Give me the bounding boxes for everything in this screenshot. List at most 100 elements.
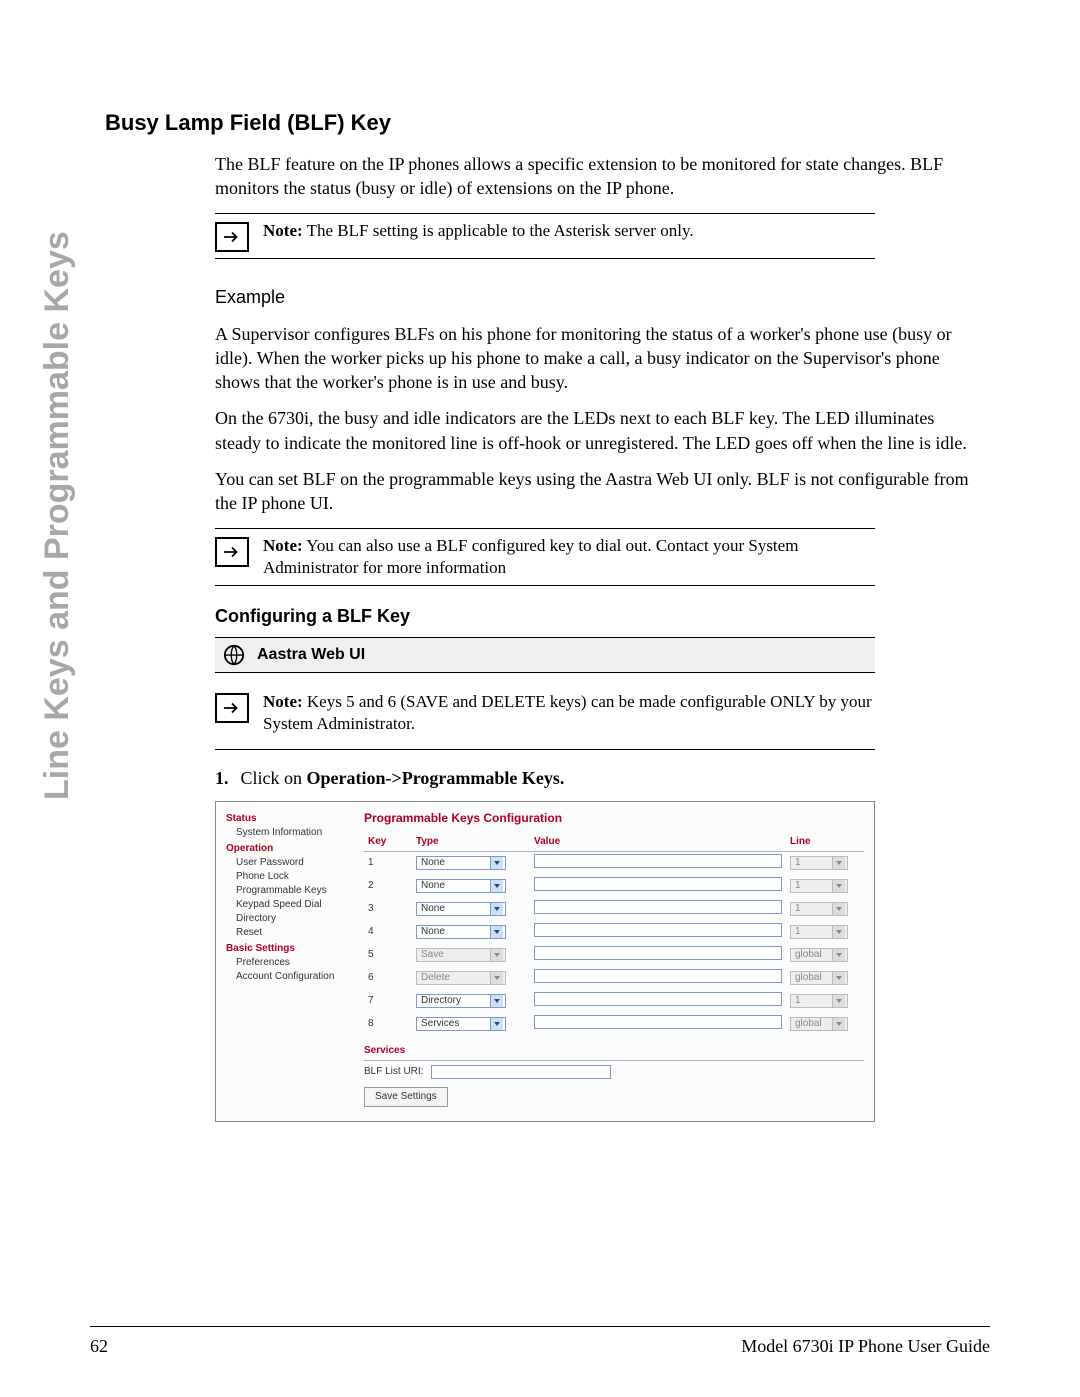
cell-key: 6 [364,967,412,990]
nav-item[interactable]: Account Configuration [236,970,356,984]
blf-list-label: BLF List URI: [364,1065,423,1079]
nav-item[interactable]: Preferences [236,956,356,970]
chevron-down-icon [490,880,503,892]
chevron-down-icon [490,1018,503,1030]
nav-item[interactable]: Directory [236,912,356,926]
cell-value [530,921,786,944]
note-text: You can also use a BLF configured key to… [263,536,798,577]
webui-title: Programmable Keys Configuration [364,810,864,827]
cell-value [530,967,786,990]
cell-type: Services [412,1013,530,1036]
chevron-down-icon [490,903,503,915]
cell-line: 1 [786,990,864,1013]
nav-item[interactable]: Phone Lock [236,870,356,884]
cell-value [530,898,786,921]
type-select: Save [416,948,506,962]
note-text: The BLF setting is applicable to the Ast… [303,221,694,240]
page-title: Busy Lamp Field (BLF) Key [105,110,975,136]
section-heading: Configuring a BLF Key [215,606,975,627]
nav-item[interactable]: User Password [236,856,356,870]
col-value: Value [530,833,786,852]
chevron-down-icon [832,857,845,869]
value-input[interactable] [534,992,782,1006]
nav-item[interactable]: Reset [236,926,356,940]
chevron-down-icon [832,972,845,984]
line-select: global [790,1017,848,1031]
guide-title: Model 6730i IP Phone User Guide [741,1336,990,1357]
table-row: 7 Directory 1 [364,990,864,1013]
cell-type: Save [412,944,530,967]
cell-type: Delete [412,967,530,990]
type-select[interactable]: Services [416,1017,506,1031]
type-select[interactable]: None [416,925,506,939]
cell-key: 8 [364,1013,412,1036]
value-input[interactable] [534,969,782,983]
line-select: 1 [790,856,848,870]
paragraph: A Supervisor configures BLFs on his phon… [215,322,975,395]
cell-type: None [412,898,530,921]
note-3: Note: Keys 5 and 6 (SAVE and DELETE keys… [215,691,875,735]
line-select: global [790,948,848,962]
col-key: Key [364,833,412,852]
note-label: Note: [263,536,303,555]
web-ui-bar: Aastra Web UI [215,637,875,673]
blf-list-input[interactable] [431,1065,611,1079]
table-row: 4None1 [364,921,864,944]
cell-key: 3 [364,898,412,921]
value-input[interactable] [534,900,782,914]
arrow-right-icon [215,537,249,567]
type-select[interactable]: Directory [416,994,506,1008]
value-input[interactable] [534,877,782,891]
chevron-down-icon [490,857,503,869]
chevron-down-icon [832,903,845,915]
webui-main: Programmable Keys Configuration Key Type… [364,810,864,1107]
type-select: Delete [416,971,506,985]
cell-type: Directory [412,990,530,1013]
example-heading: Example [215,287,975,308]
table-row: 6 Delete global [364,967,864,990]
table-row: 1None1 [364,851,864,875]
cell-line: global [786,1013,864,1036]
line-select: 1 [790,994,848,1008]
cell-line: global [786,967,864,990]
footer-rule [90,1326,990,1327]
line-select: 1 [790,879,848,893]
col-line: Line [786,833,864,852]
cell-value [530,990,786,1013]
save-settings-button[interactable]: Save Settings [364,1087,448,1107]
chevron-down-icon [490,949,503,961]
globe-icon [223,644,245,666]
chevron-down-icon [490,926,503,938]
type-select[interactable]: None [416,879,506,893]
cell-key: 5 [364,944,412,967]
type-select[interactable]: None [416,856,506,870]
nav-group: Status [226,812,356,826]
cell-line: 1 [786,898,864,921]
cell-value [530,851,786,875]
nav-item[interactable]: Programmable Keys [236,884,356,898]
cell-line: 1 [786,875,864,898]
chevron-down-icon [832,1018,845,1030]
table-row: 3 None 1 [364,898,864,921]
divider [215,585,875,586]
cell-line: global [786,944,864,967]
value-input[interactable] [534,946,782,960]
step-1: 1. Click on Operation->Programmable Keys… [215,768,875,789]
webui-screenshot: StatusSystem InformationOperationUser Pa… [215,801,875,1122]
cell-value [530,875,786,898]
cell-key: 7 [364,990,412,1013]
note-label: Note: [263,692,303,711]
nav-item[interactable]: Keypad Speed Dial [236,898,356,912]
services-heading: Services [364,1044,864,1061]
value-input[interactable] [534,854,782,868]
line-select: 1 [790,902,848,916]
webui-nav: StatusSystem InformationOperationUser Pa… [226,810,356,1107]
value-input[interactable] [534,923,782,937]
type-select[interactable]: None [416,902,506,916]
divider [215,258,875,259]
cell-type: None [412,921,530,944]
page-number: 62 [90,1336,108,1357]
nav-item[interactable]: System Information [236,826,356,840]
footer: 62 Model 6730i IP Phone User Guide [90,1336,990,1357]
value-input[interactable] [534,1015,782,1029]
